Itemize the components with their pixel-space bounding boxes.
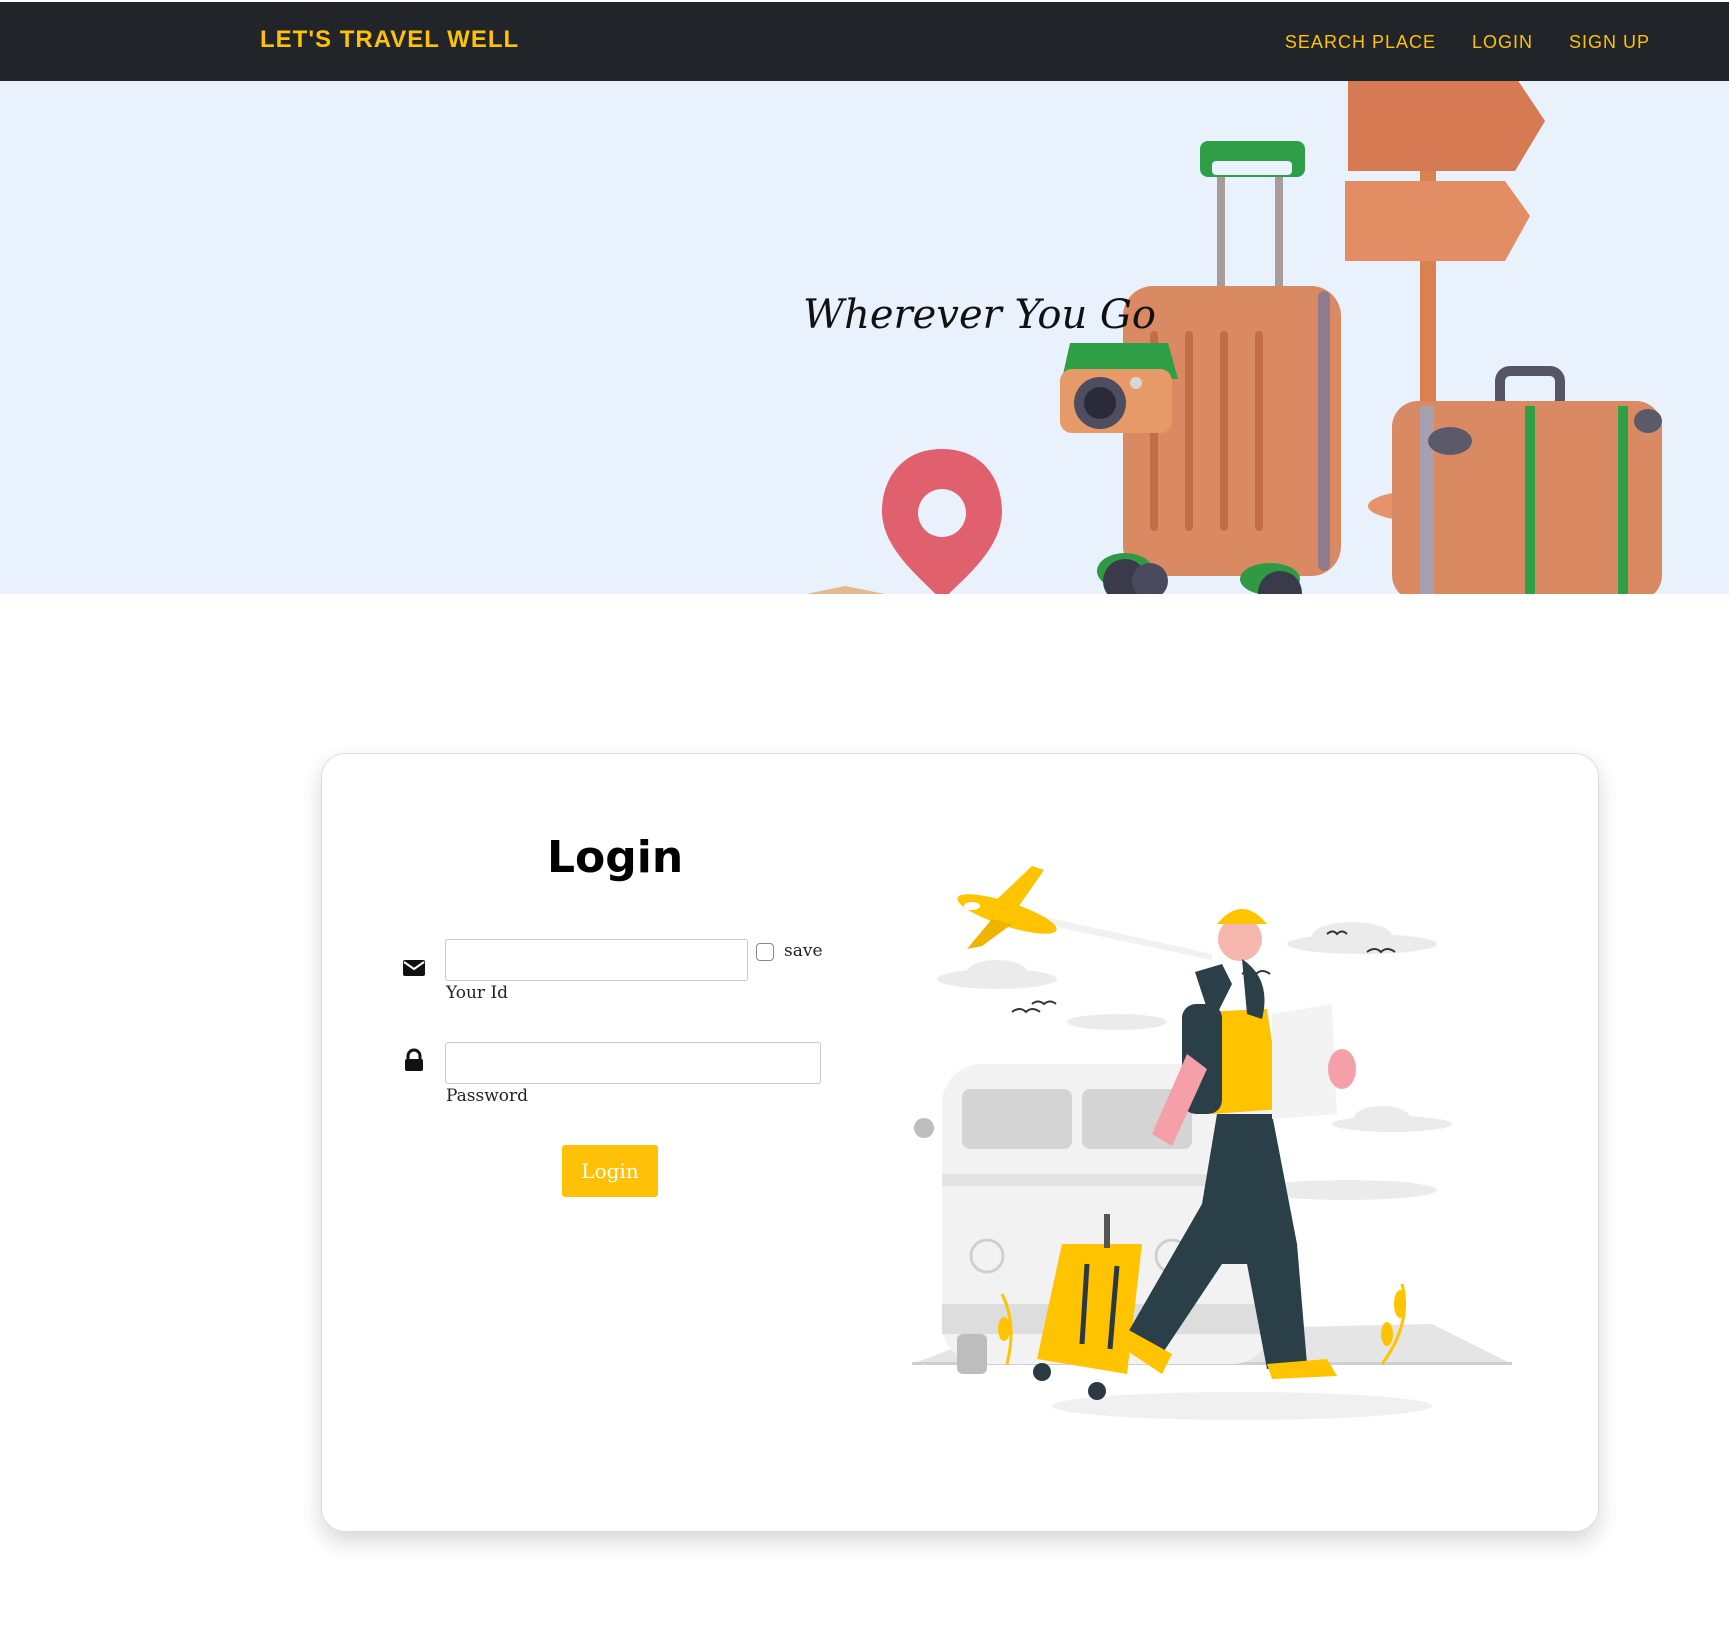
login-button[interactable]: Login [562, 1145, 658, 1197]
user-id-input[interactable] [445, 939, 748, 981]
nav-link-sign-up[interactable]: SIGN UP [1569, 32, 1650, 53]
nav-links: SEARCH PLACE LOGIN SIGN UP [1285, 32, 1650, 53]
nav-link-login[interactable]: LOGIN [1472, 32, 1533, 53]
top-navbar: LET'S TRAVEL WELL SEARCH PLACE LOGIN SIG… [0, 0, 1729, 81]
brand-logo[interactable]: LET'S TRAVEL WELL [260, 26, 519, 54]
save-checkbox[interactable] [756, 943, 774, 961]
user-id-label: Your Id [446, 983, 509, 1003]
password-input[interactable] [445, 1042, 821, 1084]
password-label: Password [446, 1086, 529, 1106]
save-label: save [784, 941, 823, 961]
traveler-illustration [912, 866, 1512, 1420]
nav-link-search-place[interactable]: SEARCH PLACE [1285, 32, 1436, 53]
lock-icon [405, 1048, 423, 1071]
envelope-icon [403, 960, 425, 976]
hero-tagline: Wherever You Go [803, 292, 1156, 338]
login-card: Login save Your Id Password Login [321, 753, 1599, 1532]
hero-banner: Wherever You Go [0, 81, 1729, 594]
login-title: Login [547, 832, 684, 883]
